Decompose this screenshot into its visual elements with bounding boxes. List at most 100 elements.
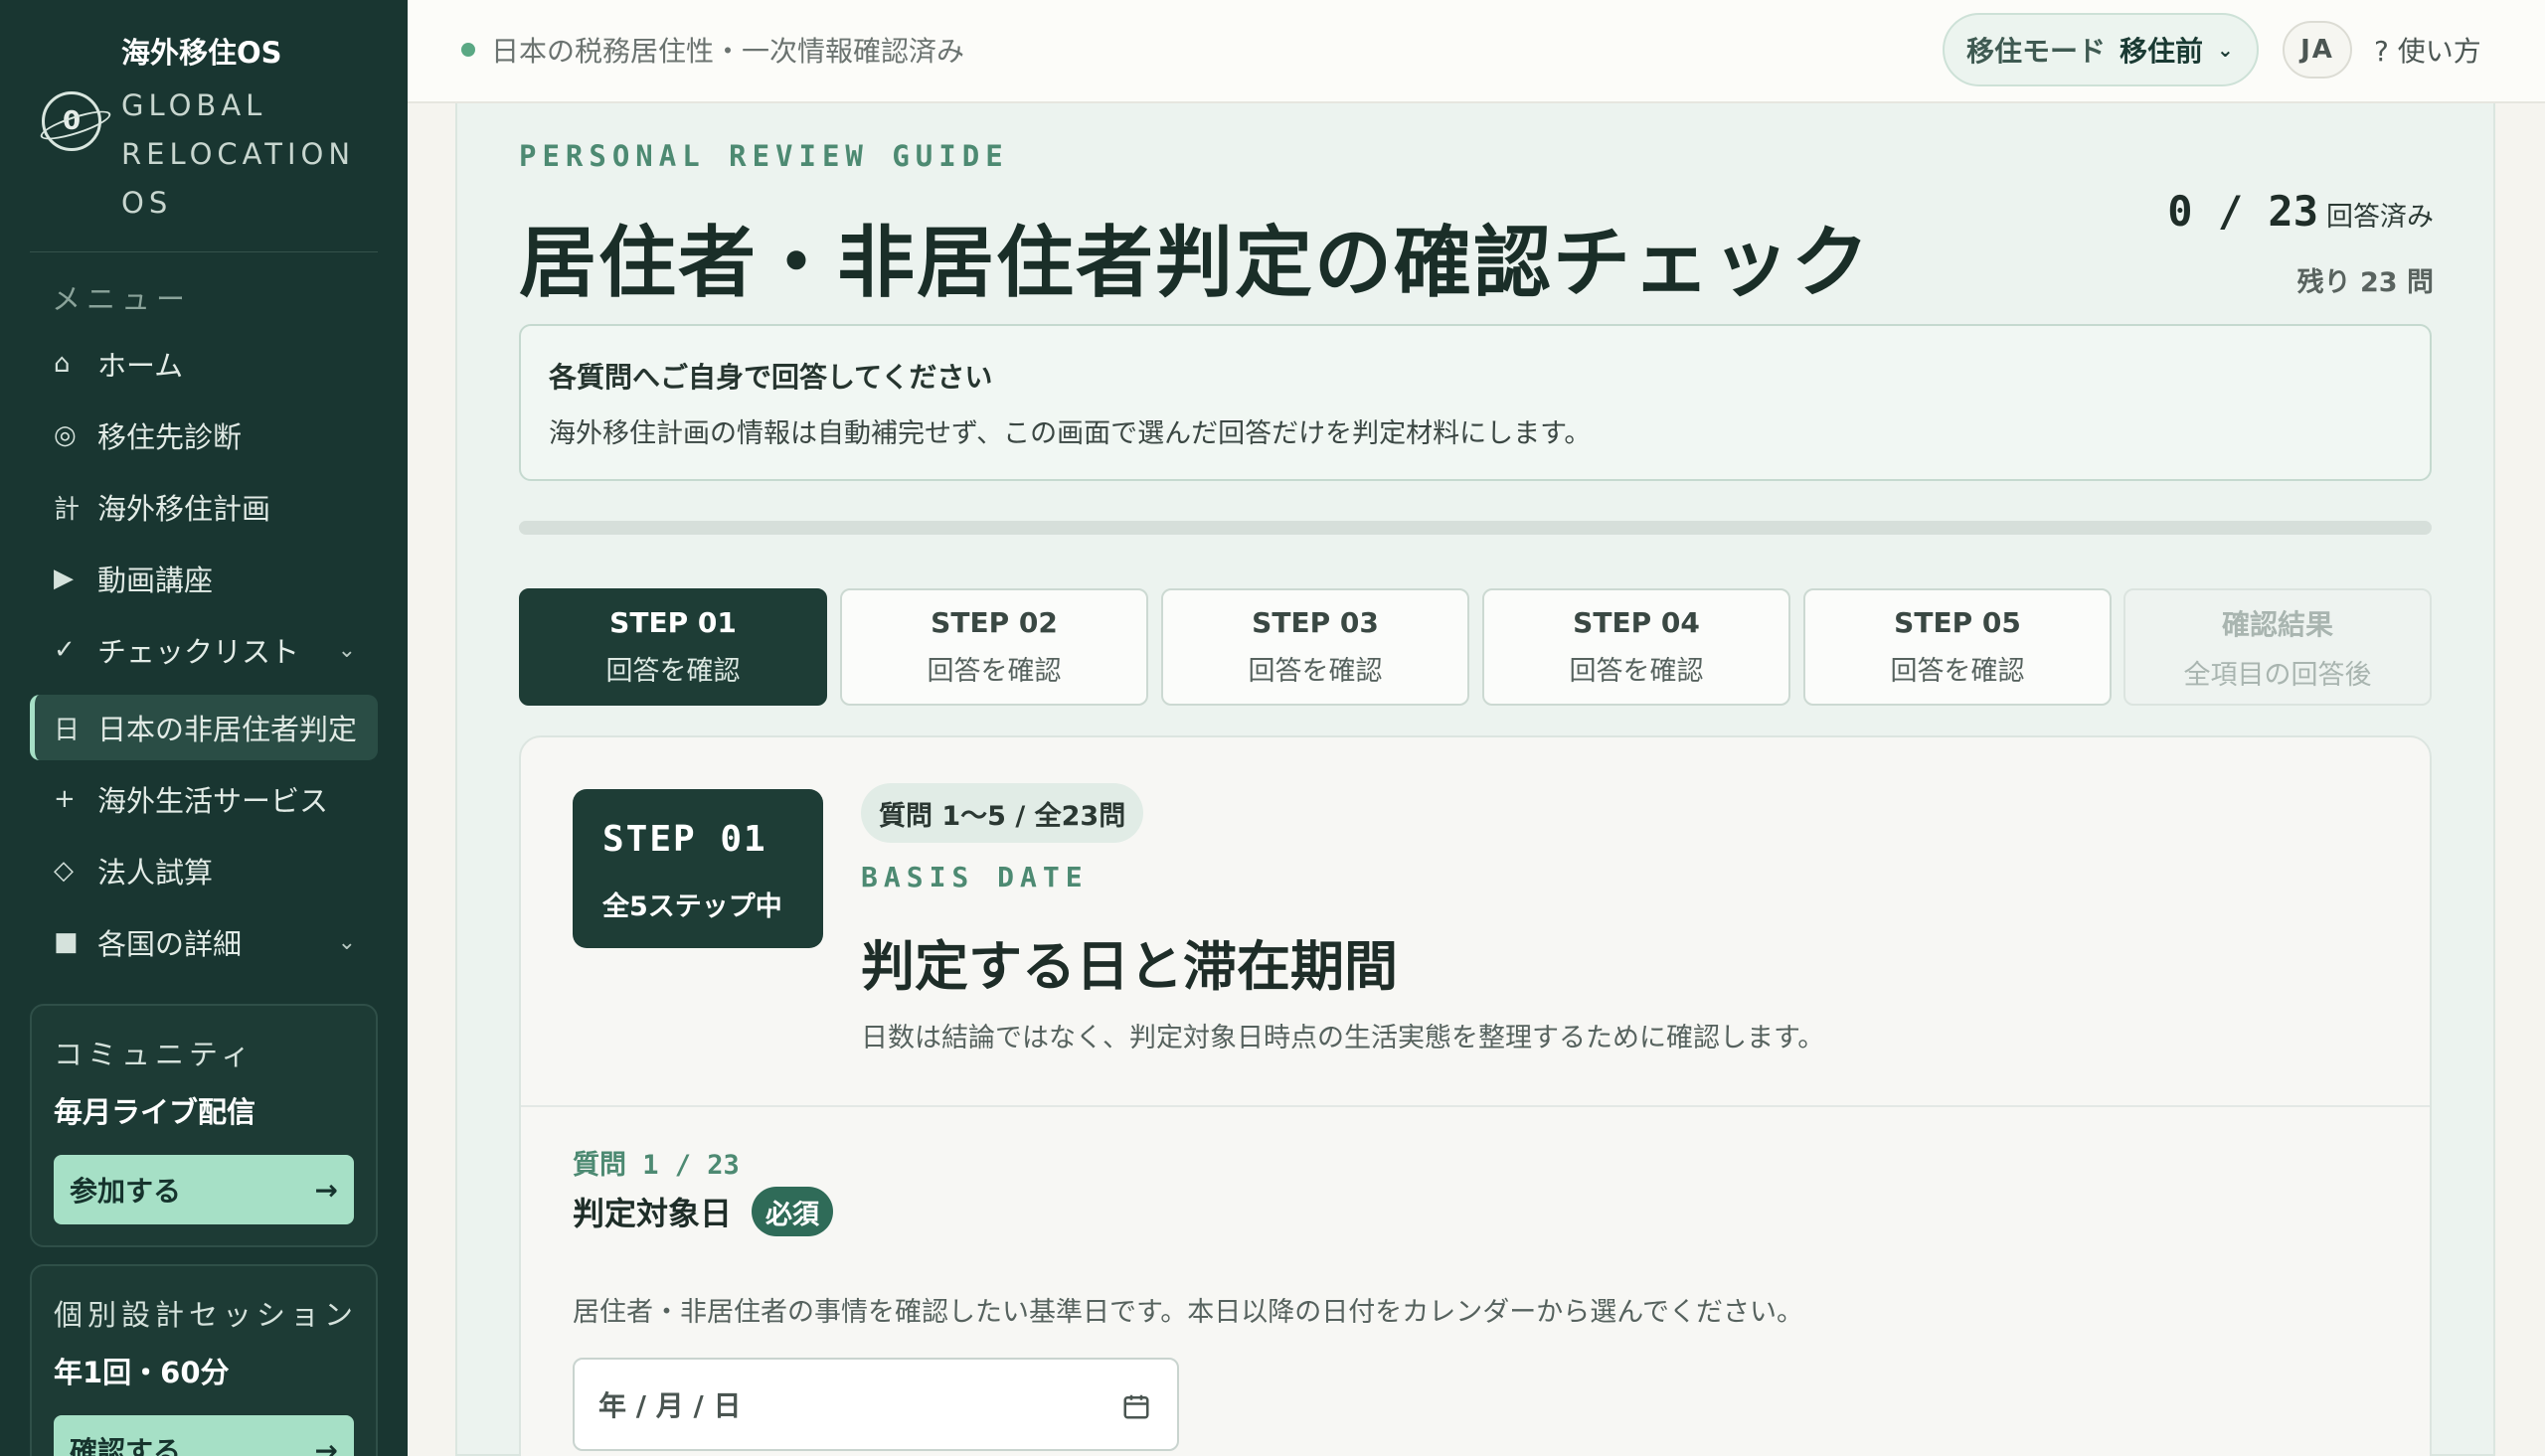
- main-panel: PERSONAL REVIEW GUIDE 居住者・非居住者判定の確認チェック …: [455, 103, 2495, 1456]
- notice-box: 各質問へご自身で回答してください 海外移住計画の情報は自動補完せず、この画面で選…: [519, 324, 2432, 481]
- section-title: 判定する日と滞在期間: [861, 934, 1398, 998]
- sidebar-item-label: ホーム: [97, 349, 184, 383]
- chevron-down-icon: ⌄: [2217, 38, 2234, 62]
- brand-logo-icon: 0: [42, 91, 101, 151]
- community-title: 毎月ライブ配信: [54, 1095, 256, 1129]
- language-button[interactable]: JA: [2283, 21, 2352, 79]
- mode-value: 移住前: [2120, 35, 2204, 68]
- chevron-down-icon: ⌄: [337, 637, 356, 663]
- tab-step-04[interactable]: STEP 04 回答を確認: [1482, 588, 1790, 706]
- step-tab-title: STEP 05: [1894, 606, 2021, 639]
- sidebar-item-label: 各国の詳細: [97, 927, 243, 961]
- step-tab-title: STEP 01: [609, 606, 737, 639]
- calendar-icon[interactable]: [1121, 1391, 1151, 1421]
- sidebar-item-label: 移住先診断: [97, 420, 243, 454]
- date-placeholder: 年 / 月 / 日: [598, 1389, 742, 1422]
- required-badge: 必須: [752, 1187, 834, 1236]
- step-tab-title: STEP 02: [931, 606, 1058, 639]
- step-badge: STEP 01 全5ステップ中: [573, 789, 823, 948]
- step-tab-subtitle: 回答を確認: [1890, 656, 2025, 687]
- answered-label: 回答済み: [2326, 202, 2434, 233]
- section-eyebrow: BASIS DATE: [861, 861, 1089, 893]
- brand-title: 海外移住OS: [121, 36, 282, 70]
- status-dot-icon: [461, 43, 475, 57]
- question-heading: 判定対象日 必須: [573, 1187, 834, 1236]
- play-icon: ▶: [54, 564, 74, 593]
- notice-title: 各質問へご自身で回答してください: [549, 361, 993, 394]
- chevron-down-icon: ⌄: [337, 929, 356, 955]
- session-card: 個別設計セッション 年1回・60分 確認する →: [30, 1264, 378, 1456]
- brand-subtitle: GLOBAL RELOCATION OS: [121, 88, 356, 220]
- session-title: 年1回・60分: [54, 1356, 230, 1389]
- sidebar-item-video-course[interactable]: ▶ 動画講座: [30, 546, 378, 611]
- step-card-header: STEP 01 全5ステップ中 質問 1〜5 / 全23問 BASIS DATE…: [521, 737, 2430, 1107]
- notice-body: 海外移住計画の情報は自動補完せず、この画面で選んだ回答だけを判定材料にします。: [549, 418, 1592, 449]
- sidebar-item-checklist[interactable]: ✓ チェックリスト ⌄: [30, 617, 378, 683]
- tab-step-03[interactable]: STEP 03 回答を確認: [1161, 588, 1469, 706]
- sidebar-item-overseas-services[interactable]: + 海外生活サービス: [30, 766, 378, 832]
- plus-icon: +: [54, 784, 76, 814]
- step-badge-subtitle: 全5ステップ中: [602, 891, 782, 922]
- sidebar-item-relocation-plan[interactable]: 計 海外移住計画: [30, 474, 378, 540]
- brand[interactable]: 0 海外移住OS GLOBAL RELOCATION OS: [40, 26, 378, 225]
- menu-label: メニュー: [52, 282, 192, 316]
- join-button-label: 参加する: [70, 1175, 182, 1208]
- topbar: 日本の税務居住性・一次情報確認済み 移住モード 移住前 ⌄ JA ? 使い方: [408, 0, 2545, 103]
- step-tab-subtitle: 回答を確認: [1248, 656, 1383, 687]
- step-tab-subtitle: 回答を確認: [927, 656, 1062, 687]
- question-number: 質問 1 / 23: [573, 1150, 740, 1181]
- arrow-right-icon: →: [314, 1433, 338, 1456]
- step-tab-subtitle: 回答を確認: [605, 656, 741, 687]
- answered-count: 0: [2167, 187, 2193, 236]
- section-description: 日数は結論ではなく、判定対象日時点の生活実態を整理するために確認します。: [861, 1023, 1825, 1053]
- step-tab-subtitle: 全項目の回答後: [2183, 659, 2372, 691]
- plan-icon: 計: [54, 494, 81, 525]
- tab-step-05[interactable]: STEP 05 回答を確認: [1803, 588, 2112, 706]
- mode-label: 移住モード: [1966, 35, 2107, 68]
- session-label: 個別設計セッション: [54, 1298, 359, 1332]
- tab-result: 確認結果 全項目の回答後: [2123, 588, 2432, 706]
- status-text: 日本の税務居住性・一次情報確認済み: [491, 35, 965, 68]
- tab-step-02[interactable]: STEP 02 回答を確認: [840, 588, 1148, 706]
- answer-counter: 0 / 23 回答済み: [2167, 187, 2434, 236]
- home-icon: ⌂: [54, 349, 71, 379]
- sidebar-item-label: チェックリスト: [97, 635, 300, 669]
- step-tab-subtitle: 回答を確認: [1569, 656, 1704, 687]
- remaining-count: 残り 23 問: [2296, 267, 2434, 298]
- community-label: コミュニティ: [54, 1038, 255, 1071]
- tab-step-01[interactable]: STEP 01 回答を確認: [519, 588, 827, 706]
- step-badge-title: STEP 01: [602, 819, 767, 860]
- page-title: 居住者・非居住者判定の確認チェック: [519, 218, 1872, 308]
- help-link[interactable]: ? 使い方: [2374, 30, 2481, 70]
- question-help: 居住者・非居住者の事情を確認したい基準日です。本日以降の日付をカレンダーから選ん…: [573, 1297, 1803, 1328]
- step-tab-title: STEP 03: [1252, 606, 1379, 639]
- calendar-icon: 日: [54, 715, 81, 745]
- diamond-icon: ◇: [54, 856, 74, 886]
- step-tab-title: 確認結果: [2221, 607, 2333, 641]
- sidebar-item-nonresident-check[interactable]: 日 日本の非居住者判定: [30, 695, 378, 760]
- step-tab-title: STEP 04: [1573, 606, 1700, 639]
- progress-bar: [519, 521, 2432, 535]
- question-range-badge: 質問 1〜5 / 全23問: [861, 783, 1144, 843]
- sidebar-item-country-details[interactable]: ■ 各国の詳細 ⌄: [30, 909, 378, 975]
- community-card: コミュニティ 毎月ライブ配信 参加する →: [30, 1004, 378, 1247]
- check-icon: ✓: [54, 635, 76, 665]
- answer-count-numbers: 0 / 23: [2167, 187, 2318, 236]
- mode-selector[interactable]: 移住モード 移住前 ⌄: [1943, 13, 2259, 86]
- page-eyebrow: PERSONAL REVIEW GUIDE: [519, 139, 1009, 173]
- sidebar-item-label: 法人試算: [97, 856, 214, 890]
- arrow-right-icon: →: [314, 1173, 338, 1207]
- confirm-button-label: 確認する: [70, 1435, 182, 1456]
- sidebar-item-home[interactable]: ⌂ ホーム: [30, 331, 378, 397]
- sidebar-item-corporate-simulation[interactable]: ◇ 法人試算: [30, 838, 378, 903]
- join-button[interactable]: 参加する →: [54, 1155, 354, 1224]
- sidebar-item-destination-diagnosis[interactable]: ◎ 移住先診断: [30, 403, 378, 468]
- step-tabs: STEP 01 回答を確認 STEP 02 回答を確認 STEP 03 回答を確…: [519, 588, 2432, 706]
- target-icon: ◎: [54, 420, 77, 450]
- confirm-session-button[interactable]: 確認する →: [54, 1415, 354, 1456]
- sidebar: 0 海外移住OS GLOBAL RELOCATION OS メニュー ⌂ ホーム…: [0, 0, 408, 1456]
- basis-date-input[interactable]: 年 / 月 / 日: [573, 1358, 1179, 1451]
- question-title: 判定対象日: [573, 1195, 733, 1232]
- step-card: STEP 01 全5ステップ中 質問 1〜5 / 全23問 BASIS DATE…: [519, 735, 2432, 1456]
- sidebar-item-label: 海外移住計画: [97, 492, 271, 526]
